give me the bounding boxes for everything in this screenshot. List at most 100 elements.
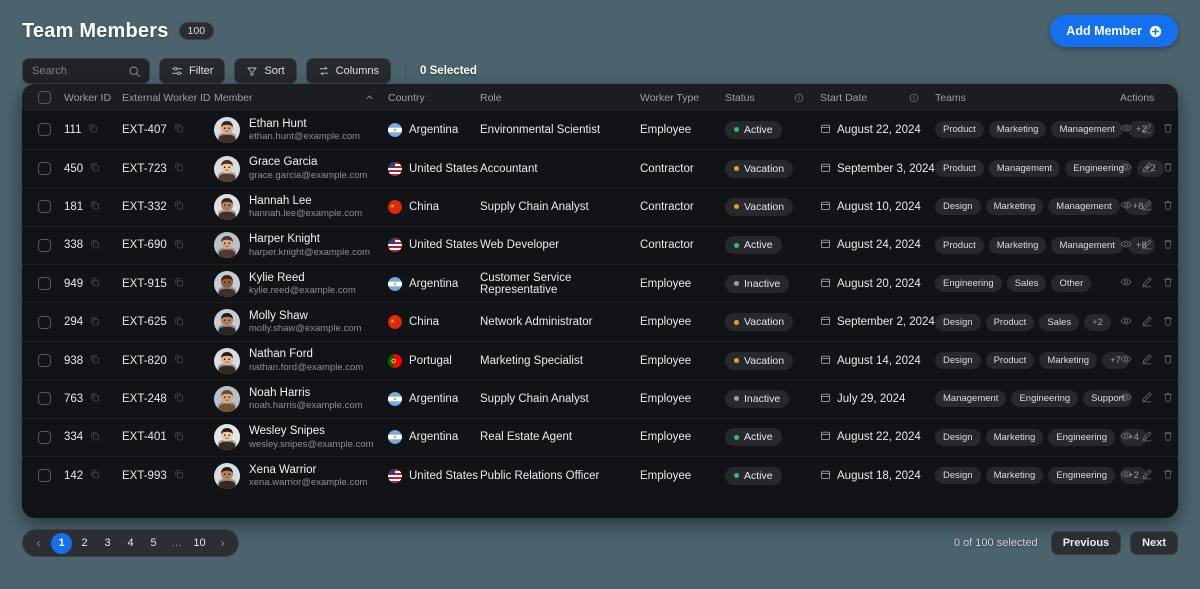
filter-button[interactable]: Filter — [159, 58, 226, 84]
pagination-page-10[interactable]: 10 — [189, 533, 210, 554]
copy-icon[interactable] — [88, 123, 98, 136]
pagination-page-4[interactable]: 4 — [120, 533, 141, 554]
member-cell[interactable]: Grace Garcia grace.garcia@example.com — [214, 149, 388, 187]
eye-icon[interactable] — [1120, 353, 1132, 368]
row-select-cell[interactable] — [22, 303, 64, 341]
pagination-page-5[interactable]: 5 — [143, 533, 164, 554]
row-select-cell[interactable] — [22, 418, 64, 456]
copy-icon[interactable] — [90, 239, 100, 252]
table-row[interactable]: 763 EXT-248 Noah Harris noah.harris@example… — [22, 379, 1178, 418]
table-row[interactable]: 181 EXT-332 Hannah Lee hannah.lee@example.c… — [22, 187, 1178, 226]
search-box[interactable] — [22, 58, 150, 84]
row-checkbox[interactable] — [38, 238, 51, 252]
team-tag[interactable]: Sales — [1006, 275, 1047, 293]
team-tag[interactable]: Marketing — [988, 236, 1047, 254]
trash-icon[interactable] — [1162, 315, 1174, 330]
copy-icon[interactable] — [90, 469, 100, 482]
row-checkbox[interactable] — [38, 430, 51, 444]
team-tag-more[interactable]: +2 — [1084, 313, 1111, 331]
team-tag[interactable]: Engineering — [1048, 467, 1116, 485]
trash-icon[interactable] — [1162, 199, 1174, 214]
pencil-icon[interactable] — [1141, 468, 1153, 483]
table-row[interactable]: 450 EXT-723 Grace Garcia grace.garcia@examp… — [22, 149, 1178, 187]
pencil-icon[interactable] — [1141, 276, 1153, 291]
row-select-cell[interactable] — [22, 341, 64, 379]
row-select-cell[interactable] — [22, 265, 64, 303]
row-checkbox[interactable] — [38, 200, 51, 214]
team-tag[interactable]: Design — [935, 467, 981, 485]
member-cell[interactable]: Xena Warrior xena.warrior@example.com — [214, 457, 388, 495]
eye-icon[interactable] — [1120, 391, 1132, 406]
pencil-icon[interactable] — [1141, 391, 1153, 406]
pagination-prev-arrow[interactable]: ‹ — [28, 533, 49, 554]
trash-icon[interactable] — [1162, 430, 1174, 445]
copy-icon[interactable] — [90, 200, 100, 213]
member-cell[interactable]: Noah Harris noah.harris@example.com — [214, 380, 388, 418]
team-tag[interactable]: Product — [935, 236, 984, 254]
trash-icon[interactable] — [1162, 391, 1174, 406]
row-select-cell[interactable] — [22, 111, 64, 149]
eye-icon[interactable] — [1120, 315, 1132, 330]
trash-icon[interactable] — [1162, 122, 1174, 137]
pagination-page-2[interactable]: 2 — [74, 533, 95, 554]
team-tag[interactable]: Engineering — [1011, 390, 1079, 408]
team-tag[interactable]: Management — [988, 160, 1061, 178]
copy-icon[interactable] — [90, 354, 100, 367]
team-tag[interactable]: Sales — [1039, 313, 1080, 331]
row-checkbox[interactable] — [38, 392, 51, 406]
team-tag[interactable]: Marketing — [988, 121, 1047, 139]
copy-icon[interactable] — [90, 431, 100, 444]
eye-icon[interactable] — [1120, 161, 1132, 176]
next-button[interactable]: Next — [1130, 531, 1178, 555]
pagination-next-arrow[interactable]: › — [212, 533, 233, 554]
eye-icon[interactable] — [1120, 430, 1132, 445]
copy-icon[interactable] — [174, 354, 184, 367]
team-tag[interactable]: Design — [935, 313, 981, 331]
pagination-page-3[interactable]: 3 — [97, 533, 118, 554]
copy-icon[interactable] — [90, 316, 100, 329]
copy-icon[interactable] — [174, 239, 184, 252]
previous-button[interactable]: Previous — [1050, 531, 1122, 555]
team-tag[interactable]: Engineering — [935, 275, 1002, 293]
eye-icon[interactable] — [1120, 276, 1132, 291]
row-checkbox[interactable] — [38, 354, 51, 368]
team-tag[interactable]: Product — [935, 121, 984, 139]
table-row[interactable]: 338 EXT-690 Harper Knight harper.knight@exa… — [22, 226, 1178, 264]
columns-button[interactable]: Columns — [305, 58, 392, 84]
pencil-icon[interactable] — [1141, 238, 1153, 253]
pencil-icon[interactable] — [1141, 315, 1153, 330]
pencil-icon[interactable] — [1141, 199, 1153, 214]
eye-icon[interactable] — [1120, 199, 1132, 214]
row-checkbox[interactable] — [38, 469, 51, 483]
row-checkbox[interactable] — [38, 123, 51, 137]
table-row[interactable]: 938 EXT-820 Nathan Ford nathan.ford@example… — [22, 341, 1178, 379]
col-worker-type[interactable]: Worker Type — [640, 84, 725, 111]
row-select-cell[interactable] — [22, 457, 64, 495]
col-external-worker-id[interactable]: External Worker ID — [122, 84, 214, 111]
pencil-icon[interactable] — [1141, 353, 1153, 368]
copy-icon[interactable] — [174, 469, 184, 482]
team-tag[interactable]: Marketing — [985, 428, 1044, 446]
team-tag[interactable]: Design — [935, 428, 981, 446]
table-row[interactable]: 294 EXT-625 Molly Shaw molly.shaw@example.c… — [22, 302, 1178, 341]
copy-icon[interactable] — [174, 392, 184, 405]
pencil-icon[interactable] — [1141, 161, 1153, 176]
team-tag[interactable]: Other — [1051, 275, 1092, 293]
member-cell[interactable]: Ethan Hunt ethan.hunt@example.com — [214, 111, 388, 149]
info-icon[interactable] — [794, 93, 804, 103]
pagination-page-1[interactable]: 1 — [51, 532, 72, 554]
add-member-button[interactable]: Add Member — [1050, 15, 1178, 47]
col-role[interactable]: Role — [480, 84, 640, 111]
row-select-cell[interactable] — [22, 380, 64, 418]
team-tag[interactable]: Marketing — [1039, 352, 1098, 370]
copy-icon[interactable] — [174, 162, 184, 175]
col-member[interactable]: Member — [214, 84, 388, 111]
member-cell[interactable]: Wesley Snipes wesley.snipes@example.com — [214, 418, 388, 456]
info-icon[interactable] — [909, 93, 919, 103]
team-tag[interactable]: Management — [1048, 198, 1120, 216]
search-input[interactable] — [32, 65, 125, 77]
col-start-date[interactable]: Start Date — [820, 84, 935, 111]
copy-icon[interactable] — [90, 277, 100, 290]
trash-icon[interactable] — [1162, 468, 1174, 483]
trash-icon[interactable] — [1162, 276, 1174, 291]
